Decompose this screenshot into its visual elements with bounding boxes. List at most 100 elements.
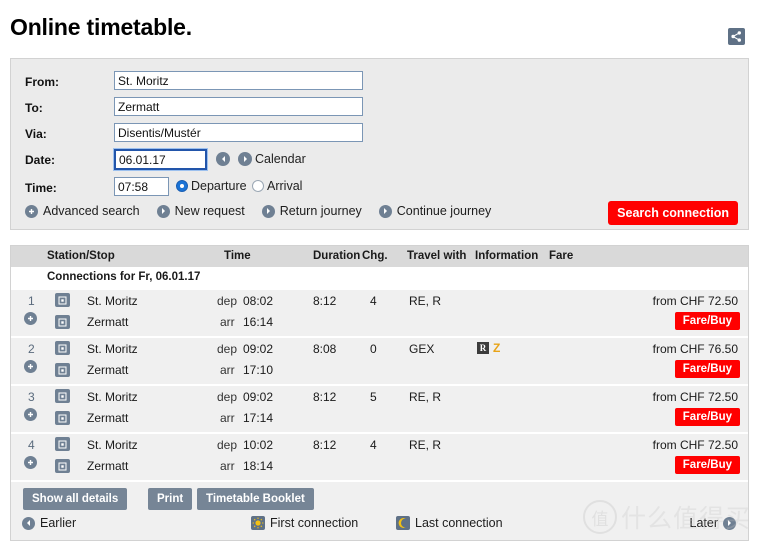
to-station: Zermatt [87, 363, 129, 377]
search-connection-button[interactable]: Search connection [608, 201, 738, 225]
station-map-icon[interactable] [55, 315, 70, 329]
field-row-via: Via: [11, 123, 748, 149]
station-map-icon[interactable] [55, 437, 70, 451]
col-duration: Duration [313, 250, 361, 262]
share-icon[interactable] [728, 28, 745, 45]
earlier-label: Earlier [40, 516, 77, 530]
chevron-left-icon[interactable] [216, 152, 230, 166]
arrow-right-circle-icon [378, 204, 392, 218]
arr-label: arr [220, 363, 235, 377]
fare-buy-button[interactable]: Fare/Buy [674, 408, 740, 426]
from-label: From: [25, 75, 59, 89]
time-label: Time: [25, 181, 57, 195]
fare-buy-button[interactable]: Fare/Buy [674, 360, 740, 378]
row-index: 2 [28, 342, 35, 356]
dep-label: dep [217, 390, 238, 404]
duration-value: 8:12 [313, 294, 337, 308]
changes-value: 5 [370, 390, 377, 404]
arrow-right-circle-icon [723, 516, 736, 530]
print-button[interactable]: Print [148, 488, 193, 510]
station-map-icon[interactable] [55, 459, 70, 473]
expand-row-icon[interactable] [24, 312, 37, 325]
later-label: Later [689, 516, 719, 530]
changes-value: 0 [370, 342, 377, 356]
expand-row-icon[interactable] [24, 456, 37, 469]
station-map-icon[interactable] [55, 411, 70, 425]
departure-time: 09:02 [243, 390, 274, 404]
arrival-time: 18:14 [243, 459, 274, 473]
arrival-radio[interactable]: Arrival [252, 179, 302, 193]
to-station: Zermatt [87, 411, 129, 425]
timetable-booklet-button[interactable]: Timetable Booklet [197, 488, 314, 510]
earlier-link[interactable]: Earlier [22, 516, 76, 530]
date-label: Date: [25, 153, 56, 167]
new-request-label: New request [174, 204, 245, 218]
search-panel: From: To: Via: Date: Calendar Time: Depa… [10, 58, 749, 230]
show-all-details-button[interactable]: Show all details [23, 488, 128, 510]
page-header: Online timetable. [0, 0, 759, 58]
expand-row-icon[interactable] [24, 408, 37, 421]
supplement-z-icon: Z [493, 341, 501, 355]
station-map-icon[interactable] [55, 341, 70, 355]
fare-buy-button[interactable]: Fare/Buy [674, 456, 740, 474]
travel-with-value: GEX [409, 342, 435, 356]
later-link[interactable]: Later [689, 516, 736, 530]
col-information: Information [475, 250, 539, 262]
travel-with-value: RE, R [409, 294, 442, 308]
field-row-time: Time: Departure Arrival [11, 177, 748, 203]
duration-value: 8:12 [313, 438, 337, 452]
to-label: To: [25, 101, 43, 115]
expand-row-icon[interactable] [24, 360, 37, 373]
fare-price: from CHF 72.50 [652, 390, 738, 404]
field-row-from: From: [11, 71, 748, 97]
changes-value: 4 [370, 294, 377, 308]
last-connection-label: Last connection [415, 516, 503, 530]
first-connection-label: First connection [270, 516, 359, 530]
arrival-label: Arrival [267, 179, 303, 193]
first-connection-link[interactable]: First connection [251, 516, 358, 530]
to-station: Zermatt [87, 315, 129, 329]
table-row[interactable]: 3 St. Moritz Zermatt dep arr 09:02 17:14… [11, 384, 748, 432]
table-row[interactable]: 1 St. Moritz Zermatt dep arr 08:02 16:14… [11, 288, 748, 336]
results-subheader: Connections for Fr, 06.01.17 [11, 267, 748, 288]
to-input[interactable] [114, 97, 363, 116]
time-input[interactable] [114, 177, 169, 196]
return-journey-label: Return journey [279, 204, 362, 218]
departure-time: 10:02 [243, 438, 274, 452]
table-row[interactable]: 2 St. Moritz Zermatt dep arr 09:02 17:10… [11, 336, 748, 384]
via-input[interactable] [114, 123, 363, 142]
action-links: Advanced search New request Return journ… [25, 204, 491, 218]
page-title: Online timetable. [10, 14, 192, 40]
fare-buy-button[interactable]: Fare/Buy [674, 312, 740, 330]
calendar-link[interactable]: Calendar [255, 152, 306, 166]
table-row[interactable]: 4 St. Moritz Zermatt dep arr 10:02 18:14… [11, 432, 748, 480]
departure-radio[interactable]: Departure [176, 179, 247, 193]
via-label: Via: [25, 127, 47, 141]
last-connection-link[interactable]: Last connection [396, 516, 503, 530]
duration-value: 8:12 [313, 390, 337, 404]
radio-dot-arrival [252, 180, 264, 192]
sun-icon [251, 516, 265, 530]
moon-icon [396, 516, 410, 530]
advanced-search-label: Advanced search [43, 204, 140, 218]
new-request-link[interactable]: New request [156, 204, 245, 218]
arr-label: arr [220, 315, 235, 329]
from-station: St. Moritz [87, 342, 138, 356]
station-map-icon[interactable] [55, 389, 70, 403]
return-journey-link[interactable]: Return journey [261, 204, 362, 218]
arrow-left-circle-icon [22, 516, 35, 530]
station-map-icon[interactable] [55, 363, 70, 377]
fare-price: from CHF 76.50 [652, 342, 738, 356]
travel-with-value: RE, R [409, 390, 442, 404]
arrow-right-circle-icon [156, 204, 170, 218]
connections-date-label: Connections for Fr, 06.01.17 [47, 271, 201, 283]
from-station: St. Moritz [87, 390, 138, 404]
chevron-right-icon[interactable] [238, 152, 252, 166]
date-input[interactable] [114, 149, 207, 170]
continue-journey-link[interactable]: Continue journey [378, 204, 491, 218]
plus-circle-icon [25, 204, 38, 218]
from-input[interactable] [114, 71, 363, 90]
station-map-icon[interactable] [55, 293, 70, 307]
dep-label: dep [217, 438, 238, 452]
advanced-search-link[interactable]: Advanced search [25, 204, 140, 218]
